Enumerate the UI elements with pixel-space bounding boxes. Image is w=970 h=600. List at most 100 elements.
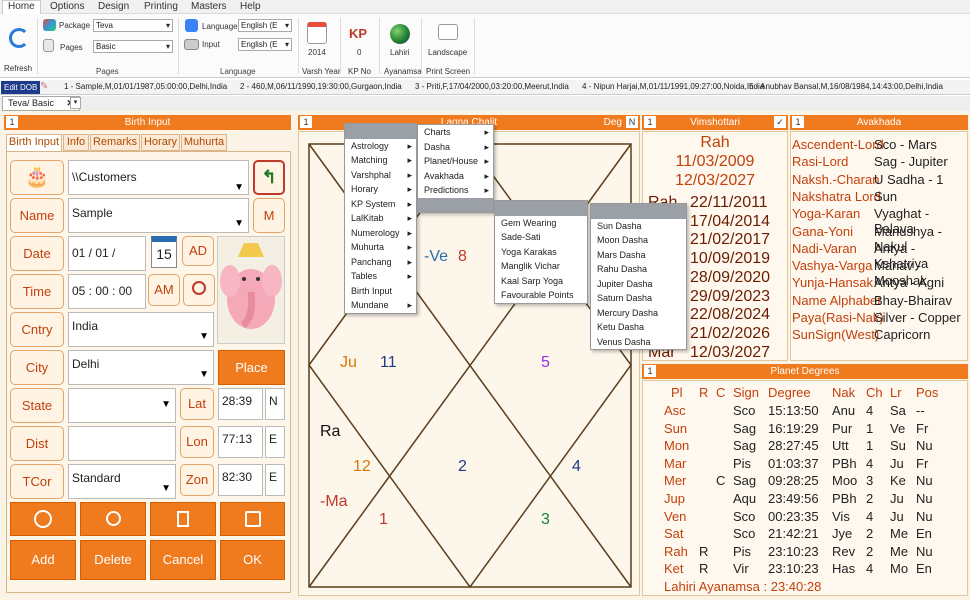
place-finder-button[interactable]: Place Finder (218, 350, 285, 408)
varsh-year-button[interactable]: 2014 Varsh Year (300, 18, 341, 76)
menu-item[interactable]: Astrology (345, 139, 416, 154)
latitude-field[interactable]: 28:39 (218, 388, 263, 420)
refresh-icon (9, 28, 29, 48)
new-document-button[interactable] (150, 502, 216, 536)
menu-item[interactable]: Sun Dasha (591, 219, 686, 234)
menu-item[interactable]: Sade-Sati (495, 230, 587, 245)
menu-item[interactable]: Saturn Dasha (591, 291, 686, 306)
menu-item[interactable]: Muhurta (345, 240, 416, 255)
menu-item[interactable]: Manglik Vichar (495, 259, 587, 274)
state-select[interactable] (68, 388, 176, 423)
menu-item[interactable]: Venus Dasha (591, 335, 686, 350)
add-button[interactable]: Add (10, 540, 76, 580)
time-field[interactable]: 05 : 00 : 00 (68, 274, 146, 309)
tab-muhurta[interactable]: Muhurta (181, 134, 227, 151)
doc-tab-teva-basic[interactable]: Teva/ Basic ✕ (2, 96, 81, 111)
customer-tab-2[interactable]: 2 - 460,M,06/11/1990,19:30:00,Gurgaon,In… (240, 82, 402, 91)
menu-item[interactable]: Matching (345, 153, 416, 168)
menu-help[interactable]: Help (240, 1, 261, 12)
zone-direction[interactable]: E (265, 464, 285, 496)
customer-tab-3[interactable]: 3 - Priti,F,17/04/2000,03:20:00,Meerut,I… (415, 82, 569, 91)
menu-item[interactable]: Charts (418, 125, 493, 140)
menu-item[interactable]: Yoga Karakas (495, 245, 587, 260)
menu-item[interactable]: Mercury Dasha (591, 306, 686, 321)
globe-button[interactable] (10, 502, 76, 536)
refresh-button[interactable]: Refresh (3, 18, 35, 74)
menu-item[interactable]: Numerology (345, 226, 416, 241)
menu-item[interactable]: Kaal Sarp Yoga (495, 274, 587, 289)
longitude-field[interactable]: 77:13 (218, 426, 263, 458)
package-select[interactable]: Teva (93, 19, 173, 32)
menu-item[interactable]: Avakhada (418, 169, 493, 184)
language-select[interactable]: English (E (238, 19, 292, 32)
latitude-direction[interactable]: N (265, 388, 285, 420)
delete-button[interactable]: Delete (80, 540, 146, 580)
ayanamsa-button[interactable]: Lahiri Ayanamsa (382, 18, 422, 76)
am-pm-button[interactable]: AM (148, 274, 180, 306)
customer-tab-1[interactable]: 1 - Sample,M,01/01/1987,05:00:00,Delhi,I… (64, 82, 227, 91)
name-field[interactable]: Sample (68, 198, 249, 238)
menu-item[interactable]: Jupiter Dasha (591, 277, 686, 292)
menu-printing[interactable]: Printing (144, 1, 178, 12)
reset-button[interactable] (80, 502, 146, 536)
clock-button[interactable] (183, 274, 215, 306)
edit-dob-button[interactable]: Edit DOB (1, 81, 41, 94)
menu-item[interactable]: Tables (345, 269, 416, 284)
kp-no-button[interactable]: KP 0 KP No (344, 18, 376, 76)
tab-info[interactable]: Info (63, 134, 89, 151)
menu-item[interactable]: Gem Donation (495, 201, 587, 216)
pages-select[interactable]: Basic (93, 40, 173, 53)
menu-item[interactable]: Sun Donation (591, 204, 686, 219)
kp-icon: KP (349, 26, 368, 41)
menu-item[interactable]: Favourable Points (495, 288, 587, 303)
menu-item[interactable]: Planet/House (418, 154, 493, 169)
menu-home[interactable]: Home (2, 0, 41, 14)
customer-tab-5[interactable]: 5 - Anubhav Bansal,M,16/08/1984,14:43:00… (749, 82, 943, 91)
birthday-button[interactable]: 🎂 (10, 160, 64, 195)
menu-design[interactable]: Design (98, 1, 129, 12)
customer-tab-4[interactable]: 4 - Nipun Harjai,M,01/11/1991,09:27:00,N… (582, 82, 764, 91)
ok-button[interactable]: OK (220, 540, 285, 580)
cancel-button[interactable]: Cancel (150, 540, 216, 580)
menu-item[interactable]: Remedies (418, 197, 493, 212)
menu-item[interactable]: LalKitab (345, 211, 416, 226)
landscape-print-button[interactable]: Landscape Print Screen (424, 18, 472, 76)
zone-field[interactable]: 82:30 (218, 464, 263, 496)
menu-options[interactable]: Options (50, 1, 84, 12)
checkbox-icon[interactable]: ✓ (774, 116, 786, 128)
tab-birth-input[interactable]: Birth Input (6, 134, 62, 151)
menu-item[interactable]: Moon Dasha (591, 233, 686, 248)
longitude-direction[interactable]: E (265, 426, 285, 458)
input-select[interactable]: English (E (238, 38, 292, 51)
tab-remarks[interactable]: Remarks (90, 134, 140, 151)
menu-item[interactable]: Ketu Dasha (591, 320, 686, 335)
menu-item[interactable]: Birth Input (345, 284, 416, 299)
customers-path-field[interactable]: \\Customers (68, 160, 249, 204)
calendar-button[interactable]: 15 (151, 236, 177, 268)
menu-item[interactable]: Rahu Dasha (591, 262, 686, 277)
date-field[interactable]: 01 / 01 / 1987 (68, 236, 146, 293)
country-select[interactable]: India (68, 312, 214, 350)
menu-item[interactable]: Gem Wearing (495, 216, 587, 231)
n-toggle[interactable]: N (626, 116, 638, 128)
time-correction-select[interactable]: Standard (68, 464, 176, 502)
menu-item[interactable]: Mundane (345, 298, 416, 313)
city-select[interactable]: Delhi (68, 350, 214, 388)
menu-item[interactable]: Mars Dasha (591, 248, 686, 263)
menu-item[interactable]: KP System (345, 197, 416, 212)
menu-item[interactable]: Vedic (345, 124, 416, 139)
tab-dropdown-icon[interactable]: ▾ (70, 97, 81, 109)
menu-item[interactable]: Varshphal (345, 168, 416, 183)
gender-button[interactable]: M (253, 198, 285, 233)
district-field[interactable] (68, 426, 176, 461)
menu-item[interactable]: Horary (345, 182, 416, 197)
menu-masters[interactable]: Masters (191, 1, 227, 12)
save-button[interactable] (220, 502, 285, 536)
back-arrow-button[interactable]: ↰ (253, 160, 285, 195)
pencil-icon[interactable]: ✎ (40, 81, 48, 92)
menu-item[interactable]: Predictions (418, 183, 493, 198)
menu-item[interactable]: Panchang (345, 255, 416, 270)
tab-horary[interactable]: Horary (141, 134, 180, 151)
ad-button[interactable]: AD (182, 236, 214, 266)
menu-item[interactable]: Dasha (418, 140, 493, 155)
